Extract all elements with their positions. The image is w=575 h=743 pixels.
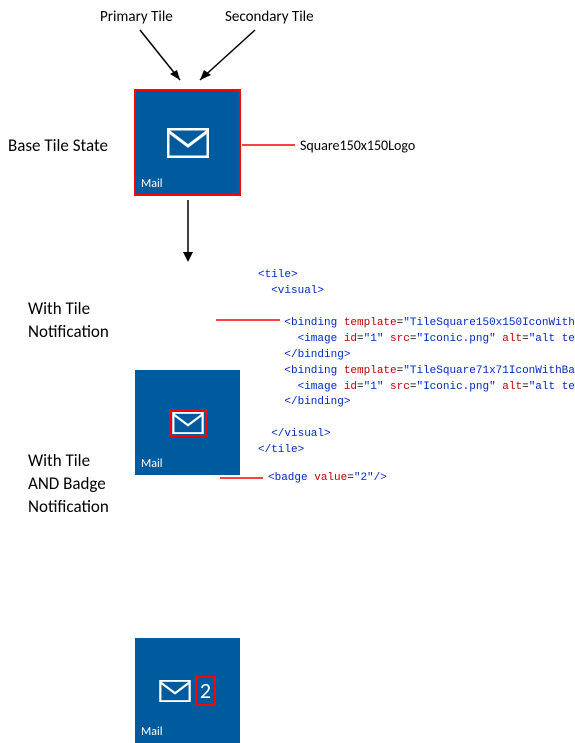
tile-label: Mail — [141, 725, 163, 739]
state-label-notif-l2: Notification — [28, 321, 109, 344]
notif-tile: Mail — [135, 370, 240, 475]
badge-number: 2 — [195, 676, 216, 706]
mail-icon — [159, 680, 191, 702]
xml-code-block: <tile> <visual> <binding template="TileS… — [258, 252, 575, 459]
mail-icon — [170, 410, 206, 436]
state-label-notif: With Tile Notification — [28, 298, 109, 344]
state-label-badge-l1: With Tile — [28, 450, 109, 473]
anno-square-logo: Square150x150Logo — [300, 137, 415, 154]
state-label-badge-l3: Notification — [28, 496, 109, 519]
state-label-notif-l1: With Tile — [28, 298, 109, 321]
badge-code: <badge value="2"/> — [268, 471, 387, 487]
state-label-badge-l2: AND Badge — [28, 473, 109, 496]
tile-label: Mail — [141, 457, 163, 471]
badge-tile: 2 Mail — [135, 638, 240, 743]
state-label-badge: With Tile AND Badge Notification — [28, 450, 109, 519]
